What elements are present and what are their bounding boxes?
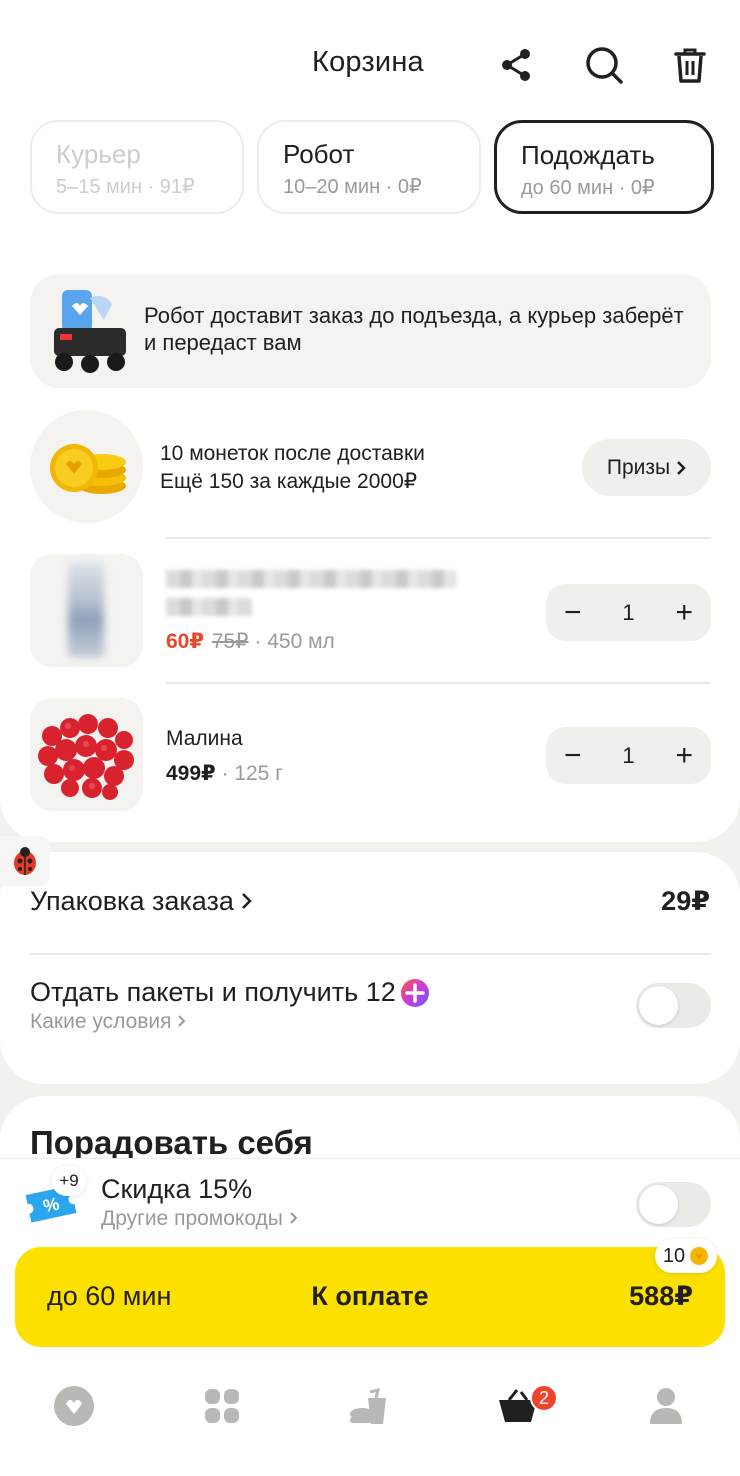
checkout-total: 588₽ xyxy=(629,1281,693,1311)
other-promocodes-link[interactable]: Другие промокоды xyxy=(101,1207,298,1231)
coins-reward-value: 10 xyxy=(662,1244,686,1267)
search-icon xyxy=(586,47,623,84)
cart-count-badge: 2 xyxy=(530,1384,558,1412)
coins-info: 10 монеток после доставки Ещё 150 за каж… xyxy=(160,440,425,496)
treat-section-title: Порадовать себя xyxy=(30,1124,313,1161)
tab-home[interactable] xyxy=(52,1384,96,1428)
fast-food-icon xyxy=(350,1387,386,1424)
delivery-subtitle: 10–20 мин · 0₽ xyxy=(283,176,422,198)
quantity-value: 1 xyxy=(622,599,635,625)
tab-catalog[interactable] xyxy=(200,1384,244,1428)
bags-toggle[interactable] xyxy=(636,983,711,1028)
robot-banner-text: Робот доставит заказ до подъезда, а курь… xyxy=(144,303,684,355)
share-icon xyxy=(502,49,530,81)
user-icon xyxy=(650,1388,682,1424)
plus-points-icon xyxy=(400,978,429,1007)
promo-toggle[interactable] xyxy=(636,1182,711,1227)
chevron-right-icon xyxy=(242,893,253,909)
clear-cart-button[interactable] xyxy=(666,40,714,90)
prizes-button[interactable]: Призы xyxy=(582,439,711,496)
product-price: 499₽ xyxy=(166,762,216,785)
other-promocodes-label: Другие промокоды xyxy=(101,1207,283,1230)
product-price-line: 60₽ 75₽ · 450 мл xyxy=(166,629,335,654)
coins-illustration xyxy=(30,410,143,523)
bags-conditions-label: Какие условия xyxy=(30,1010,172,1033)
bags-return-label: Отдать пакеты и получить 12 xyxy=(30,977,396,1007)
delivery-title: Робот xyxy=(283,139,355,169)
coin-icon xyxy=(690,1247,709,1265)
promo-title: Скидка 15% xyxy=(101,1174,253,1204)
delivery-title: Курьер xyxy=(56,139,141,169)
packaging-link[interactable]: Упаковка заказа xyxy=(30,886,253,917)
promo-count-badge: +9 xyxy=(52,1166,86,1196)
chevron-right-icon xyxy=(178,1015,186,1027)
old-price: 75₽ xyxy=(211,630,249,653)
divider xyxy=(166,537,711,539)
blurred-product-name xyxy=(166,598,252,616)
share-button[interactable] xyxy=(492,40,540,90)
checkout-button[interactable]: до 60 мин К оплате 588₽ xyxy=(15,1247,725,1347)
delivery-title: Подождать xyxy=(521,140,655,170)
tab-profile[interactable] xyxy=(644,1384,688,1428)
toggle-knob xyxy=(639,1185,678,1224)
coins-line-1: 10 монеток после доставки xyxy=(160,442,425,465)
increase-button[interactable]: + xyxy=(675,597,693,628)
decrease-button[interactable]: − xyxy=(564,597,582,628)
trash-icon xyxy=(674,48,706,83)
bags-return-title: Отдать пакеты и получить 12 xyxy=(30,977,430,1008)
robot-info-banner: Робот доставит заказ до подъезда, а курь… xyxy=(30,274,711,388)
search-button[interactable] xyxy=(580,40,628,90)
delivery-subtitle: до 60 мин · 0₽ xyxy=(521,177,655,199)
divider xyxy=(166,682,711,684)
quantity-value: 1 xyxy=(622,742,635,768)
quantity-stepper: − 1 + xyxy=(546,584,711,641)
blurred-product-photo xyxy=(68,562,104,658)
chevron-right-icon xyxy=(677,460,686,475)
tab-food[interactable] xyxy=(348,1384,392,1428)
checkout-label: К оплате xyxy=(311,1281,429,1311)
chevron-right-icon xyxy=(290,1212,298,1224)
coins-icon xyxy=(50,444,126,494)
packaging-price: 29₽ xyxy=(661,886,710,916)
bags-conditions-link[interactable]: Какие условия xyxy=(30,1010,186,1034)
product-image[interactable] xyxy=(30,554,143,667)
grid-icon xyxy=(205,1389,239,1423)
delivery-option-robot[interactable]: Робот 10–20 мин · 0₽ xyxy=(257,120,481,214)
debug-button[interactable] xyxy=(0,836,50,886)
toggle-knob xyxy=(639,986,678,1025)
delivery-option-wait[interactable]: Подождать до 60 мин · 0₽ xyxy=(494,120,714,214)
divider xyxy=(30,953,711,955)
product-volume: · 450 мл xyxy=(254,630,335,653)
packaging-label: Упаковка заказа xyxy=(30,886,234,916)
page-title: Корзина xyxy=(312,46,424,78)
coins-line-2: Ещё 150 за каждые 2000₽ xyxy=(160,470,418,493)
quantity-stepper: − 1 + xyxy=(546,727,711,784)
delivery-robot-icon xyxy=(54,290,126,373)
product-price-line: 499₽ · 125 г xyxy=(166,761,283,786)
prizes-label: Призы xyxy=(606,455,671,479)
ladybug-icon xyxy=(14,847,36,875)
coins-reward-badge: 10 xyxy=(655,1239,717,1273)
product-name: Малина xyxy=(166,727,243,750)
delivery-subtitle: 5–15 мин · 91₽ xyxy=(56,176,195,198)
raspberry-photo xyxy=(38,714,134,800)
increase-button[interactable]: + xyxy=(675,740,693,771)
product-image[interactable] xyxy=(30,698,143,811)
discount-price: 60₽ xyxy=(166,630,204,653)
product-weight: · 125 г xyxy=(221,762,283,785)
decrease-button[interactable]: − xyxy=(564,740,582,771)
heart-logo-icon xyxy=(54,1386,94,1426)
blurred-product-name xyxy=(166,570,456,588)
delivery-option-courier[interactable]: Курьер 5–15 мин · 91₽ xyxy=(30,120,244,214)
